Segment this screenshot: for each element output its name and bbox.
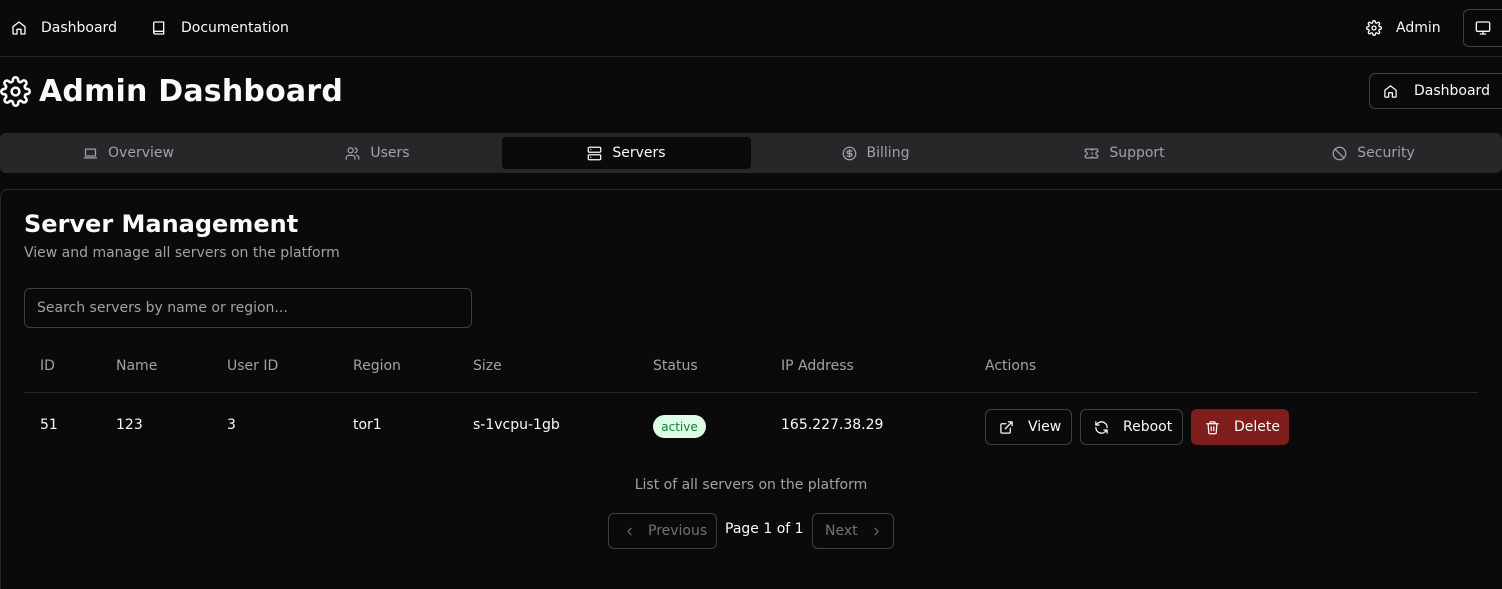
cell-name: 123: [116, 417, 143, 433]
page-indicator: Page 1 of 1: [725, 521, 804, 537]
column-header-actions: Actions: [985, 358, 1037, 374]
delete-button-label: Delete: [1234, 419, 1280, 435]
status-badge: active: [653, 415, 706, 438]
page-title: Admin Dashboard: [0, 72, 343, 110]
column-header-size: Size: [473, 358, 502, 374]
nav-documentation-link[interactable]: Documentation: [151, 0, 289, 56]
dashboard-button[interactable]: Dashboard: [1369, 73, 1502, 109]
tab-servers[interactable]: Servers: [502, 137, 751, 169]
gear-icon: [1366, 20, 1382, 36]
next-page-button[interactable]: Next: [812, 513, 894, 549]
users-icon: [345, 146, 360, 161]
reboot-button[interactable]: Reboot: [1080, 409, 1183, 445]
search-input[interactable]: [24, 288, 472, 328]
tab-overview[interactable]: Overview: [4, 137, 253, 169]
book-icon: [151, 20, 167, 36]
column-header-region: Region: [353, 358, 401, 374]
dollar-circle-icon: [842, 146, 857, 161]
ban-icon: [1332, 146, 1347, 161]
card-title: Server Management: [24, 210, 299, 238]
card-subtitle: View and manage all servers on the platf…: [24, 245, 340, 261]
cell-id: 51: [40, 417, 58, 433]
cell-region: tor1: [353, 417, 382, 433]
chevron-left-icon: [623, 525, 636, 538]
table-header-divider: [24, 392, 1478, 393]
view-button[interactable]: View: [985, 409, 1072, 445]
tab-billing[interactable]: Billing: [751, 137, 1000, 169]
gear-icon: [0, 75, 31, 107]
previous-page-button[interactable]: Previous: [608, 513, 717, 549]
external-link-icon: [999, 420, 1014, 435]
nav-admin-link[interactable]: Admin: [1366, 0, 1441, 56]
laptop-icon: [83, 146, 98, 161]
chevron-right-icon: [870, 525, 883, 538]
tab-support-label: Support: [1109, 145, 1165, 161]
ticket-icon: [1084, 146, 1099, 161]
column-header-id: ID: [40, 358, 55, 374]
tab-users-label: Users: [370, 145, 410, 161]
column-header-ip: IP Address: [781, 358, 854, 374]
tab-servers-label: Servers: [612, 145, 666, 161]
dashboard-button-label: Dashboard: [1414, 83, 1490, 99]
cell-size: s-1vcpu-1gb: [473, 417, 560, 433]
column-header-name: Name: [116, 358, 158, 374]
nav-dashboard-label: Dashboard: [41, 20, 117, 36]
column-header-status: Status: [653, 358, 698, 374]
next-page-label: Next: [825, 523, 858, 539]
table-caption: List of all servers on the platform: [634, 477, 868, 493]
tab-support[interactable]: Support: [1000, 137, 1249, 169]
reboot-button-label: Reboot: [1123, 419, 1173, 435]
tab-security-label: Security: [1357, 145, 1415, 161]
nav-documentation-label: Documentation: [181, 20, 289, 36]
nav-admin-label: Admin: [1396, 20, 1441, 36]
trash-icon: [1205, 420, 1220, 435]
monitor-icon: [1475, 20, 1491, 36]
tab-billing-label: Billing: [866, 145, 910, 161]
home-icon: [1383, 84, 1398, 99]
view-button-label: View: [1028, 419, 1062, 435]
nav-dashboard-link[interactable]: Dashboard: [11, 0, 117, 56]
tab-users[interactable]: Users: [253, 137, 502, 169]
cell-ip-address: 165.227.38.29: [781, 417, 884, 433]
column-header-user-id: User ID: [227, 358, 279, 374]
delete-button[interactable]: Delete: [1191, 409, 1289, 445]
cell-user-id: 3: [227, 417, 236, 433]
previous-page-label: Previous: [648, 523, 708, 539]
refresh-icon: [1094, 420, 1109, 435]
top-navbar: Dashboard Documentation Admin: [0, 0, 1502, 57]
page-title-text: Admin Dashboard: [39, 73, 343, 109]
home-icon: [11, 20, 27, 36]
admin-tabs: Overview Users Servers Billing Support S…: [0, 133, 1502, 173]
server-icon: [587, 146, 602, 161]
tab-overview-label: Overview: [108, 145, 174, 161]
theme-toggle-button[interactable]: [1463, 9, 1502, 47]
tab-security[interactable]: Security: [1249, 137, 1498, 169]
